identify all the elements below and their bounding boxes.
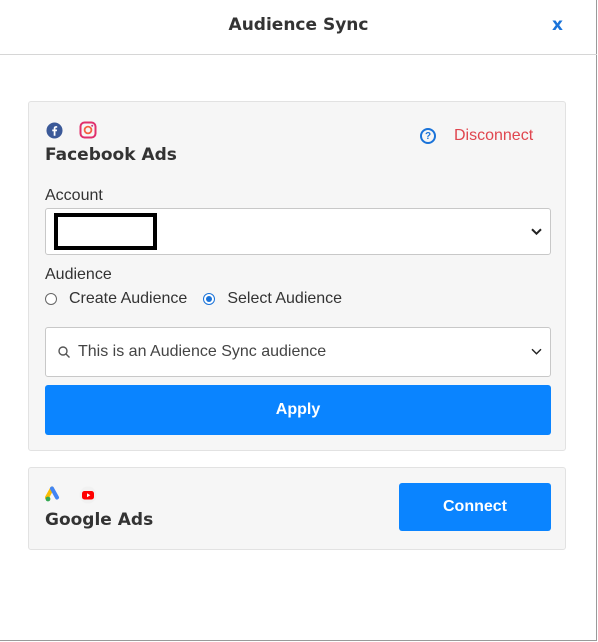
modal-header: Audience Sync x [0,0,597,55]
youtube-icon [79,486,97,504]
audience-sync-modal: Audience Sync x Facebook Ads ? Disconnec… [0,0,597,641]
create-audience-radio[interactable] [45,293,57,305]
instagram-icon [79,121,97,139]
apply-button[interactable]: Apply [45,385,551,435]
facebook-icon [45,121,63,139]
audience-select-value: This is an Audience Sync audience [78,343,327,360]
account-label: Account [45,187,103,204]
facebook-ads-card: Facebook Ads ? Disconnect Account Audien… [28,101,566,451]
google-ads-card: Google Ads Connect [28,467,566,550]
modal-title: Audience Sync [228,15,369,35]
chevron-down-icon [531,223,542,238]
google-ads-icon [45,486,63,504]
select-audience-radio[interactable] [203,293,216,305]
question-circle-icon[interactable]: ? [420,128,436,144]
redacted-account-value [54,213,157,250]
google-brand-icons [45,486,97,504]
create-audience-label[interactable]: Create Audience [69,290,187,308]
facebook-ads-title: Facebook Ads [45,145,177,165]
account-select[interactable] [45,208,551,255]
audience-label: Audience [45,266,112,283]
search-icon [57,345,71,359]
close-button[interactable]: x [552,15,563,35]
google-ads-title: Google Ads [45,510,154,530]
chevron-down-icon [531,344,542,359]
facebook-brand-icons [45,121,97,139]
connect-button[interactable]: Connect [399,483,551,531]
select-audience-label[interactable]: Select Audience [227,290,342,308]
disconnect-link[interactable]: Disconnect [454,127,533,145]
audience-select[interactable]: This is an Audience Sync audience [45,327,551,377]
audience-mode-radio-group: Create Audience Select Audience [45,290,358,308]
